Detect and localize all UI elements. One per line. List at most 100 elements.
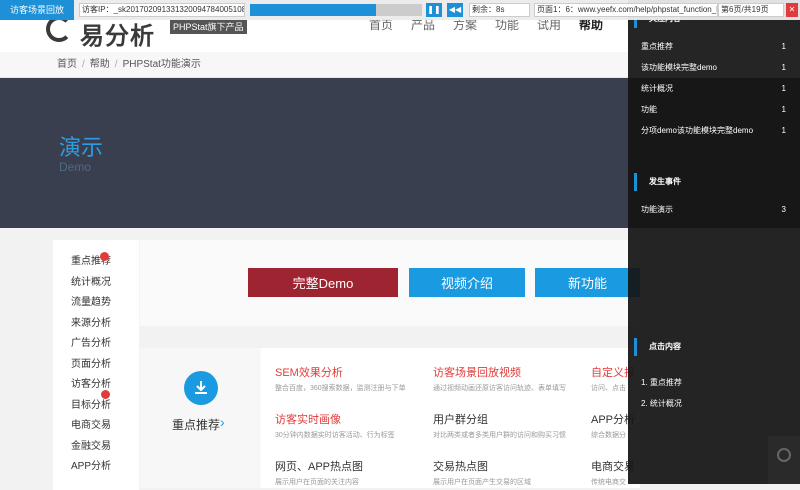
menu-item-overview[interactable]: 统计概况 [53, 273, 139, 294]
new-features-button[interactable]: 新功能 [535, 268, 640, 297]
focus-label: 功能 [641, 105, 657, 114]
event-row[interactable]: 功能演示 3 [628, 199, 800, 220]
focus-row[interactable]: 分项demo该功能模块完整demo 1 [628, 120, 800, 141]
feature-desc: 对比两类或者多类用户群的访问和购买习惯 [433, 432, 566, 439]
click-label: 1. 重点推荐 [641, 378, 682, 387]
focus-count: 1 [781, 126, 786, 135]
replay-title: 访客场景回放 [0, 0, 74, 20]
menu-item-ads[interactable]: 广告分析 [53, 334, 139, 355]
events-heading: 发生事件 [634, 173, 800, 191]
feature-desc: 展示用户在页面的关注内容 [275, 479, 359, 486]
feature-title: 用户群分组 [433, 414, 488, 426]
focus-label: 统计概况 [641, 84, 673, 93]
menu-label: 金融交易 [71, 440, 111, 452]
feature-item[interactable]: 用户群分组对比两类或者多类用户群的访问和购买习惯 [433, 395, 593, 441]
click-label: 2. 统计概况 [641, 399, 682, 408]
remaining-time: 剩余：8s [469, 3, 530, 17]
feature-item[interactable]: 访客实时画像 30分钟内数据实时访客活动、行为标签 [275, 395, 435, 441]
feature-desc: 通过视频动画还原访客访问轨迹、表单填写 [433, 385, 566, 392]
feature-item[interactable]: 网页、APP热点图展示用户在页面的关注内容 [275, 442, 435, 488]
menu-label: 广告分析 [71, 338, 111, 349]
feature-item[interactable]: SEM效果分析整合百度，360搜索数据，监测注册与下单 [275, 348, 435, 394]
focus-row[interactable]: 功能 1 [628, 99, 800, 120]
feature-title: 网页、APP热点图 [275, 461, 364, 473]
banner-subtitle: Demo [59, 160, 92, 174]
feature-panel: 重点推荐 › SEM效果分析整合百度，360搜索数据，监测注册与下单 访客场景回… [140, 348, 640, 488]
click-row[interactable]: 1. 重点推荐 [628, 372, 800, 393]
feature-desc: 整合百度，360搜索数据，监测注册与下单 [275, 385, 406, 392]
feature-desc: 展示用户在页面产生交易的区域 [433, 479, 531, 486]
focus-label: 重点推荐 [641, 42, 673, 51]
feature-title: 访客场景回放视频 [433, 367, 521, 379]
video-intro-button[interactable]: 视频介绍 [409, 268, 525, 297]
focus-label: 分项demo该功能模块完整demo [641, 126, 754, 135]
menu-item-ecommerce[interactable]: 电商交易 [53, 416, 139, 437]
user-icon [777, 448, 791, 462]
menu-item-app[interactable]: APP分析 [53, 457, 139, 478]
clicks-heading: 点击内容 [634, 338, 800, 356]
breadcrumb-current: PHPStat功能演示 [122, 59, 201, 70]
focus-label: 该功能模块完整demo [641, 63, 718, 72]
clicks-section: 点击内容 1. 重点推荐 2. 统计概况 [628, 338, 800, 414]
feature-grid: SEM效果分析整合百度，360搜索数据，监测注册与下单 访客场景回放视频通过视频… [261, 348, 640, 488]
menu-label: 目标分析 [71, 399, 111, 411]
event-count: 3 [781, 205, 786, 214]
download-icon [184, 371, 218, 405]
side-menu: 重点推荐 统计概况 流量趋势 来源分析 广告分析 页面分析 访客分析 目标分析 … [53, 240, 139, 490]
replay-progress-fill [250, 4, 376, 16]
full-demo-button[interactable]: 完整Demo [248, 268, 398, 297]
event-label: 功能演示 [641, 205, 673, 214]
events-section: 发生事件 功能演示 3 [628, 173, 800, 220]
focus-section: 关注内容 重点推荐1 该功能模块完整demo1 统计概况1 功能1 分项demo… [628, 10, 800, 141]
breadcrumb-home[interactable]: 首页 [57, 59, 77, 70]
menu-label: 页面分析 [71, 358, 111, 370]
replay-progress[interactable] [250, 4, 422, 16]
feature-title: SEM效果分析 [275, 367, 343, 379]
menu-item-featured[interactable]: 重点推荐 [53, 252, 139, 273]
replay-toolbar: 访客场景回放 访客IP：_sk2017020913313200947840051… [0, 0, 800, 20]
focus-row[interactable]: 重点推荐 1 [628, 36, 800, 57]
focus-count: 1 [781, 84, 786, 93]
feature-desc: 30分钟内数据实时访客活动、行为标签 [275, 432, 395, 439]
menu-label: 访客分析 [71, 379, 111, 390]
click-row[interactable]: 2. 统计概况 [628, 393, 800, 414]
menu-label: 统计概况 [71, 276, 111, 288]
menu-label: APP分析 [71, 461, 112, 472]
visitor-ip-field[interactable]: 访客IP：_sk201702091331320094784005108014 [79, 3, 245, 17]
focus-count: 1 [781, 63, 786, 72]
feature-item[interactable]: 交易热点图展示用户在页面产生交易的区域 [433, 442, 593, 488]
menu-item-goals[interactable]: 目标分析 [53, 389, 139, 417]
menu-item-traffic[interactable]: 流量趋势 [53, 293, 139, 314]
feature-category[interactable]: 重点推荐 › [140, 348, 260, 488]
support-widget[interactable] [768, 436, 800, 484]
menu-item-visitors[interactable]: 访客分析 [53, 375, 139, 396]
focus-count: 1 [781, 105, 786, 114]
feature-category-label: 重点推荐 [172, 418, 221, 432]
close-icon[interactable]: ✕ [786, 3, 798, 17]
menu-item-finance[interactable]: 金融交易 [53, 437, 139, 458]
focus-row[interactable]: 统计概况 1 [628, 78, 800, 99]
focus-row[interactable]: 该功能模块完整demo 1 [628, 57, 800, 78]
focus-count: 1 [781, 42, 786, 51]
session-info-panel: 关注内容 重点推荐1 该功能模块完整demo1 统计概况1 功能1 分项demo… [628, 0, 800, 484]
feature-title: 访客实时画像 [275, 414, 341, 426]
hot-dot-icon [100, 252, 109, 261]
breadcrumb-help[interactable]: 帮助 [90, 59, 110, 70]
hot-dot-icon [101, 389, 110, 399]
feature-title: 交易热点图 [433, 461, 488, 473]
rewind-icon[interactable]: ◀◀ [447, 3, 463, 17]
menu-item-source[interactable]: 来源分析 [53, 314, 139, 335]
menu-label: 电商交易 [71, 420, 111, 431]
chevron-right-icon: › [220, 414, 225, 430]
logo-badge: PHPStat旗下产品 [170, 20, 247, 34]
feature-item[interactable]: 访客场景回放视频通过视频动画还原访客访问轨迹、表单填写 [433, 348, 593, 394]
logo-text: 易分析 [80, 23, 155, 50]
menu-label: 来源分析 [71, 317, 111, 329]
page-count: 第6页/共19页 [718, 3, 784, 17]
page-url-select[interactable]: 页面1：6：www.yeefx.com/help/phpstat_functio… [534, 3, 718, 17]
banner-title: 演示 [59, 135, 104, 160]
pause-icon[interactable]: ❚❚ [426, 3, 442, 17]
menu-label: 流量趋势 [71, 297, 111, 308]
menu-item-pages[interactable]: 页面分析 [53, 355, 139, 376]
action-panel: 完整Demo 视频介绍 新功能 [140, 240, 640, 326]
